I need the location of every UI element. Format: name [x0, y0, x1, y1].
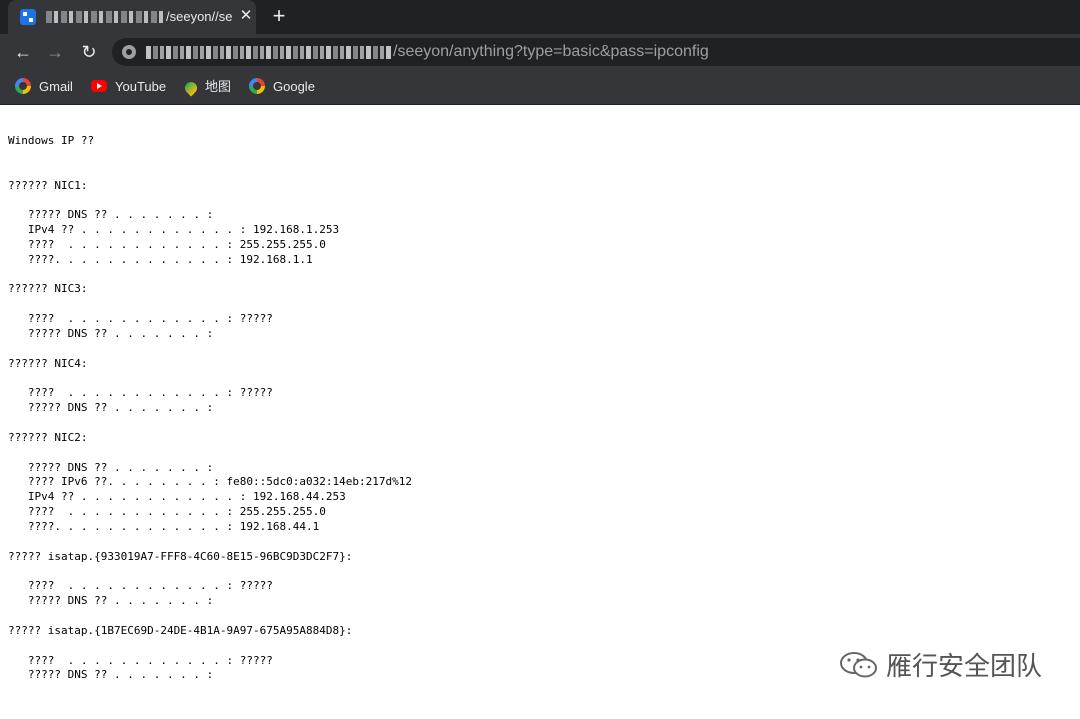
tab-strip: /seeyon//se ✕ + — [0, 0, 1080, 34]
browser-toolbar: ← → ↻ /seeyon/anything?type=basic&pass=i… — [0, 34, 1080, 70]
google-icon — [249, 78, 265, 94]
map-pin-icon — [182, 79, 200, 97]
site-info-icon[interactable] — [122, 45, 136, 59]
site-favicon-icon — [20, 9, 36, 25]
new-tab-button[interactable]: + — [268, 5, 290, 27]
back-arrow-icon[interactable]: ← — [13, 42, 33, 62]
watermark-text: 雁行安全团队 — [886, 652, 1043, 682]
watermark: 雁行安全团队 — [838, 648, 1042, 686]
close-tab-icon[interactable]: ✕ — [238, 8, 254, 24]
bookmark-label: YouTube — [115, 79, 167, 94]
tab-title: /seeyon//se — [166, 9, 233, 24]
address-bar[interactable]: /seeyon/anything?type=basic&pass=ipconfi… — [112, 38, 1080, 66]
forward-arrow-icon[interactable]: → — [45, 42, 65, 62]
bookmarks-bar: Gmail YouTube 地图 Google — [0, 70, 1080, 105]
bookmark-label: 地图 — [205, 79, 232, 94]
bookmark-gmail[interactable]: Gmail — [15, 78, 73, 96]
active-tab[interactable]: /seeyon//se ✕ — [8, 0, 256, 34]
bookmark-google[interactable]: Google — [249, 78, 315, 96]
redacted-host — [146, 46, 391, 59]
bookmark-label: Google — [273, 79, 315, 94]
reload-icon[interactable]: ↻ — [79, 42, 99, 62]
google-icon — [15, 78, 31, 94]
bookmark-maps[interactable]: 地图 — [182, 78, 232, 97]
bookmark-label: Gmail — [39, 79, 73, 94]
page-content: Windows IP ?? ?????? NIC1: ????? DNS ?? … — [0, 105, 1080, 719]
bookmark-youtube[interactable]: YouTube — [91, 78, 166, 96]
ipconfig-output: Windows IP ?? ?????? NIC1: ????? DNS ?? … — [8, 134, 412, 682]
url-path: /seeyon/anything?type=basic&pass=ipconfi… — [393, 43, 709, 60]
wechat-icon — [840, 652, 877, 678]
youtube-icon — [91, 80, 107, 92]
redacted-host — [46, 11, 164, 23]
